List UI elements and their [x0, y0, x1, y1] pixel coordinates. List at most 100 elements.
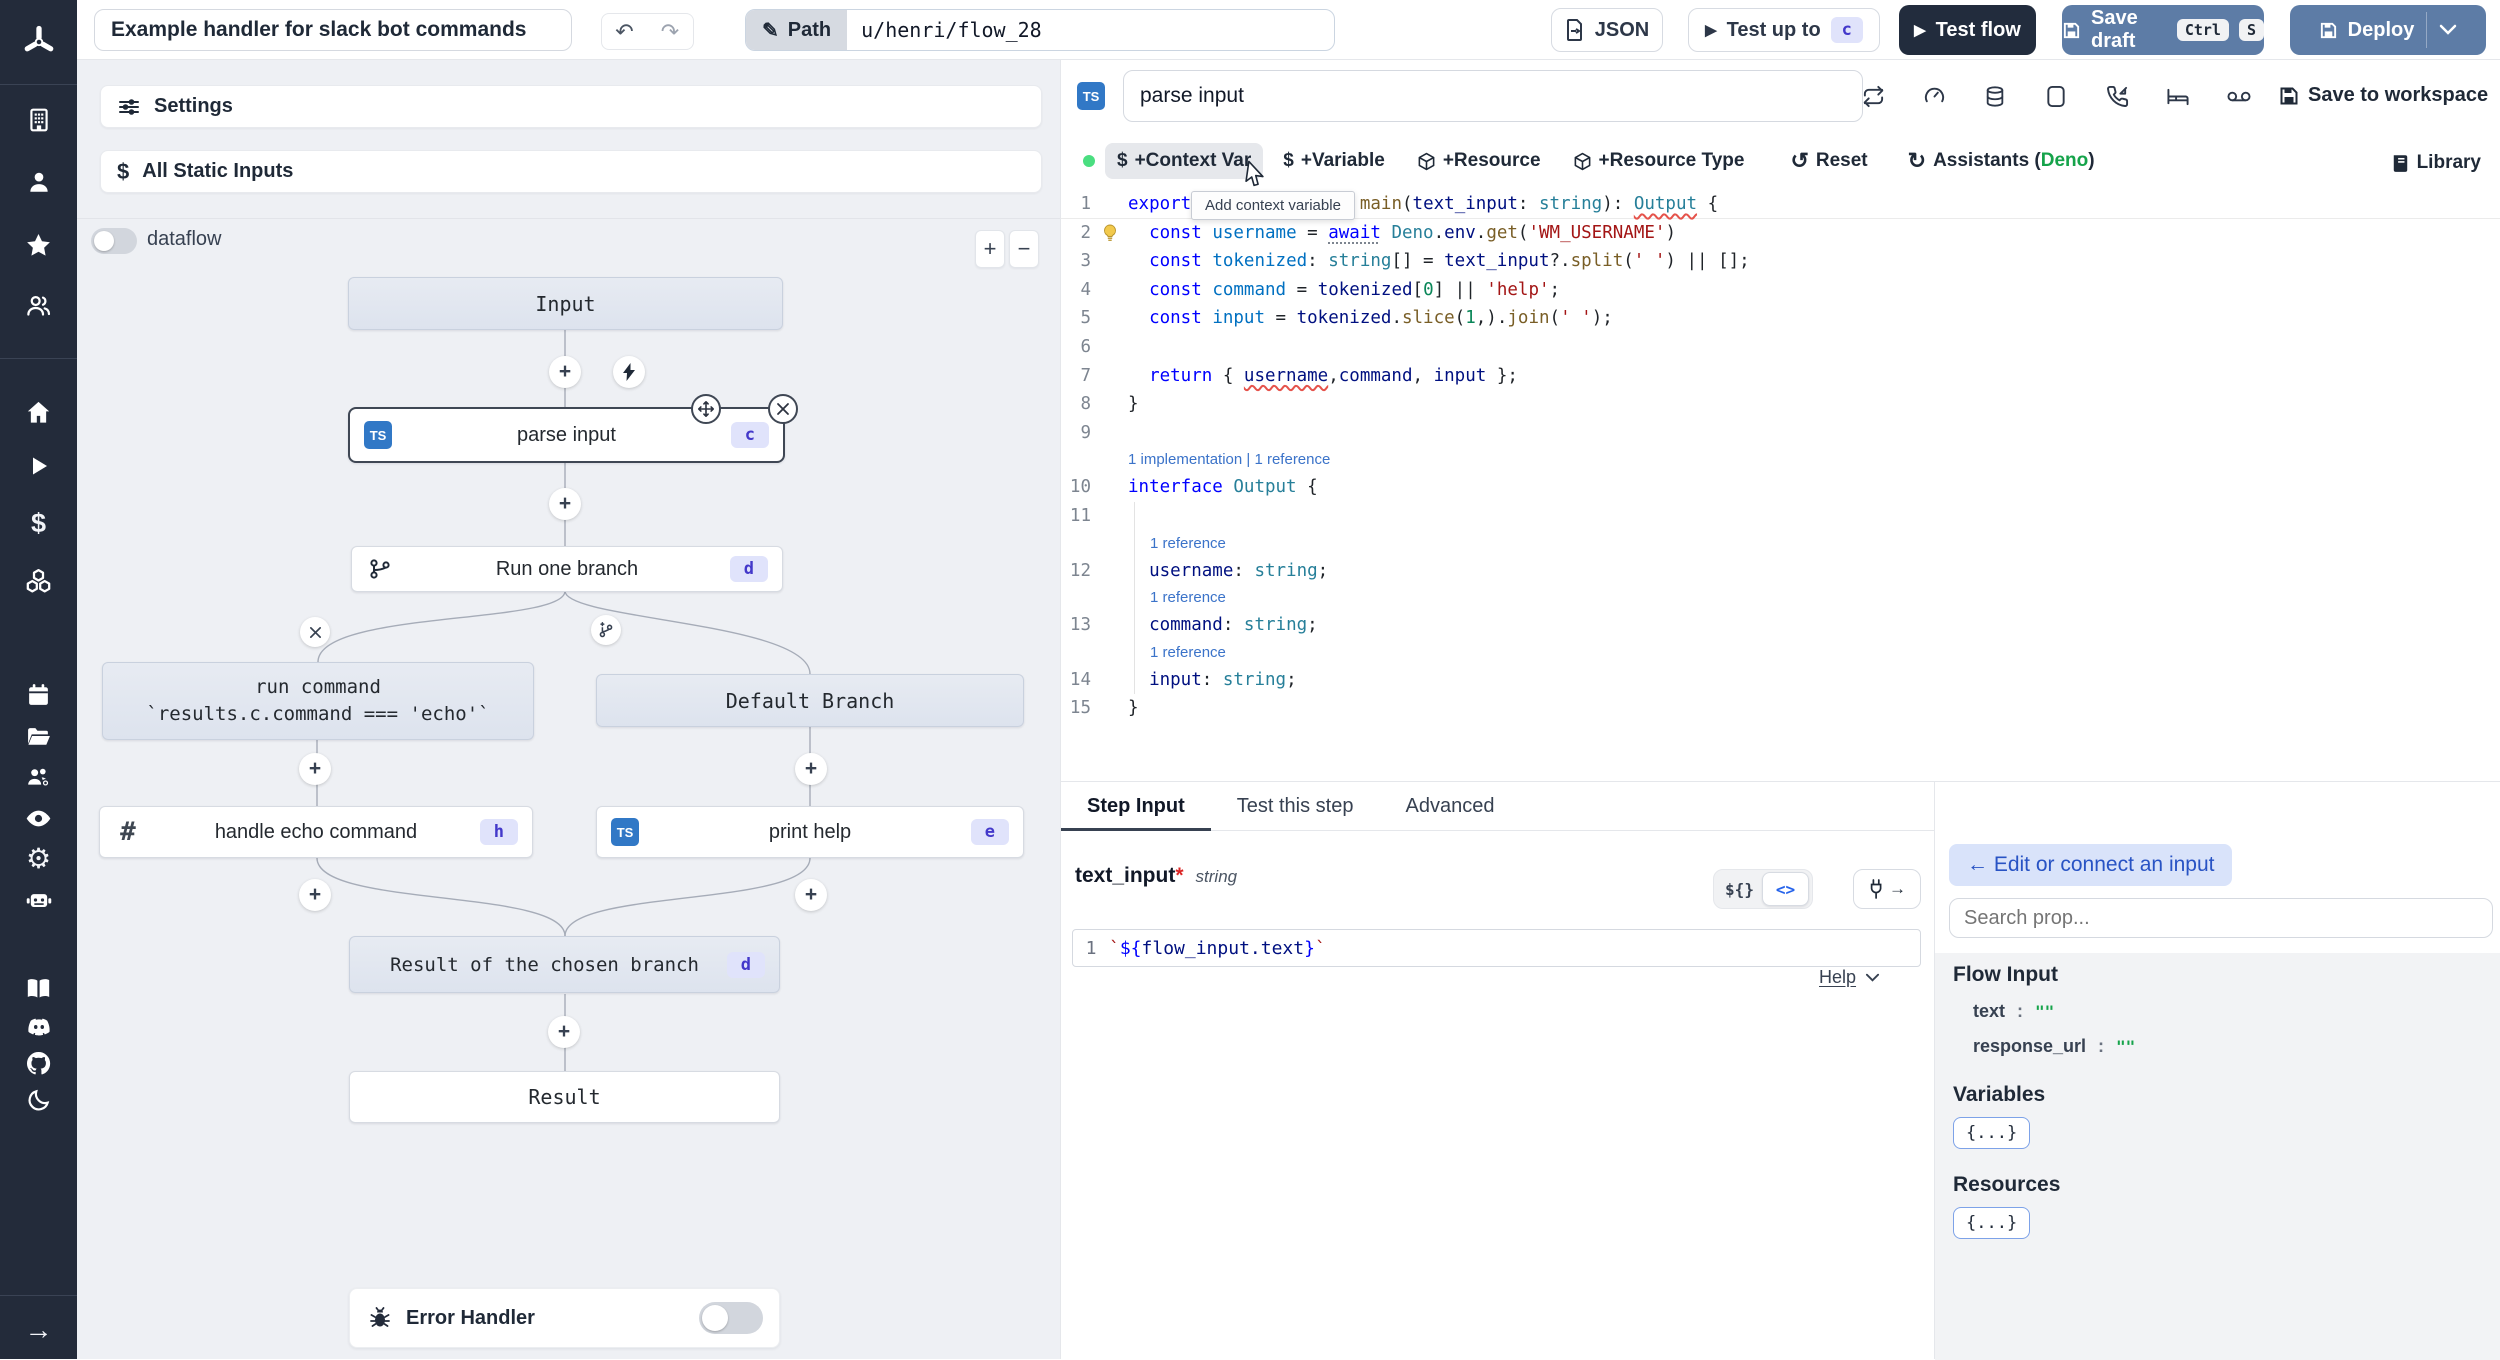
- expression-editor[interactable]: 1 `${flow_input.text}`: [1072, 929, 1921, 967]
- typescript-badge: TS: [1077, 82, 1105, 110]
- add-resource-type-button[interactable]: +Resource Type: [1561, 143, 1757, 179]
- sidebar-item-groups[interactable]: [0, 757, 77, 797]
- windmill-logo[interactable]: [0, 0, 77, 85]
- input-expression[interactable]: `${flow_input.text}`: [1109, 938, 1326, 959]
- building-icon: [26, 107, 52, 133]
- trigger-bolt-button[interactable]: [613, 356, 645, 388]
- resources-chip[interactable]: {...}: [1953, 1207, 2031, 1239]
- redo-button[interactable]: ↷: [647, 13, 694, 50]
- flow-canvas[interactable]: Settings $ All Static Inputs dataflow + …: [77, 60, 1060, 1359]
- path-value[interactable]: u/henri/flow_28: [847, 10, 1334, 50]
- delete-step-button[interactable]: [768, 394, 798, 424]
- code-lines[interactable]: 1export async function main(text_input: …: [1061, 190, 2500, 723]
- add-resource-button[interactable]: +Resource: [1405, 143, 1553, 179]
- sidebar-item-members[interactable]: [0, 285, 77, 325]
- sidebar-item-variables[interactable]: $: [0, 503, 77, 543]
- json-button[interactable]: JSON: [1551, 8, 1663, 52]
- dollar-icon: $: [1283, 150, 1294, 171]
- tab-step-input[interactable]: Step Input: [1061, 782, 1211, 831]
- add-step-button[interactable]: +: [795, 879, 827, 911]
- sidebar-item-resources[interactable]: [0, 560, 77, 600]
- add-step-button[interactable]: +: [299, 753, 331, 785]
- tab-advanced[interactable]: Advanced: [1379, 782, 1520, 831]
- add-step-button[interactable]: +: [549, 356, 581, 388]
- prop-search-input[interactable]: [1949, 898, 2493, 938]
- path-label: ✎ Path: [746, 10, 848, 50]
- move-step-button[interactable]: [691, 394, 721, 424]
- sidebar-item-folders[interactable]: [0, 717, 77, 757]
- save-icon: [2062, 21, 2081, 40]
- deploy-button[interactable]: Deploy: [2290, 5, 2486, 55]
- sidebar-item-workspace[interactable]: [0, 100, 77, 140]
- sidebar-item-github[interactable]: [0, 1043, 77, 1083]
- error-handler-bar[interactable]: Error Handler: [349, 1288, 780, 1348]
- retry-icon[interactable]: [1859, 82, 1887, 110]
- help-link[interactable]: Help: [1819, 967, 1880, 988]
- tab-test-this-step[interactable]: Test this step: [1211, 782, 1380, 831]
- folder-open-icon: [26, 725, 51, 750]
- sidebar-item-dark-mode[interactable]: [0, 1080, 77, 1120]
- sidebar-expand-button[interactable]: →: [0, 1310, 77, 1350]
- sidebar-divider: [0, 1295, 77, 1296]
- add-step-button[interactable]: +: [795, 753, 827, 785]
- code-mode-button[interactable]: <>: [1762, 872, 1809, 906]
- typescript-badge: TS: [364, 421, 392, 449]
- plug-icon: [1868, 879, 1886, 899]
- remove-branch-button[interactable]: [300, 617, 330, 647]
- connect-input-button[interactable]: →: [1853, 869, 1921, 909]
- sidebar-item-schedules[interactable]: [0, 674, 77, 714]
- flow-node-result[interactable]: Result: [349, 1071, 780, 1123]
- input-mode-toggle: ${} <>: [1713, 869, 1813, 909]
- phone-incoming-icon[interactable]: [2103, 82, 2131, 110]
- book-icon: [25, 975, 52, 1002]
- sidebar-item-settings[interactable]: ⚙: [0, 838, 77, 878]
- save-draft-button[interactable]: Save draft Ctrl S: [2062, 5, 2264, 55]
- chevron-down-icon[interactable]: [2439, 24, 2457, 36]
- flow-node-run-one-branch[interactable]: Run one branch d: [351, 546, 783, 592]
- variables-chip[interactable]: {...}: [1953, 1117, 2031, 1149]
- voicemail-icon[interactable]: [2225, 82, 2253, 110]
- sidebar-item-user[interactable]: [0, 162, 77, 202]
- sidebar-item-home[interactable]: [0, 392, 77, 432]
- sidebar-item-docs[interactable]: [0, 968, 77, 1008]
- save-to-workspace-button[interactable]: Save to workspace: [2279, 84, 2488, 107]
- arrows-move-icon: [697, 400, 715, 418]
- flow-node-handle-echo-command[interactable]: # handle echo command h: [99, 806, 533, 858]
- add-step-button[interactable]: +: [549, 488, 581, 520]
- sidebar-item-audit-logs[interactable]: [0, 798, 77, 838]
- prop-row-text[interactable]: text : "": [1973, 1001, 2483, 1022]
- sidebar-item-workers[interactable]: [0, 880, 77, 920]
- flow-node-chosen-branch-result[interactable]: Result of the chosen branch d: [349, 936, 780, 993]
- add-step-button[interactable]: +: [299, 879, 331, 911]
- undo-button[interactable]: ↶: [601, 13, 648, 50]
- path-field[interactable]: ✎ Path u/henri/flow_28: [745, 9, 1335, 51]
- flow-node-default-branch[interactable]: Default Branch: [596, 674, 1024, 727]
- step-name-input[interactable]: [1123, 70, 1863, 122]
- flow-node-input[interactable]: Input: [348, 277, 783, 330]
- users-icon: [25, 292, 52, 319]
- moon-icon: [26, 1087, 52, 1113]
- sidebar-item-discord[interactable]: [0, 1007, 77, 1047]
- library-button[interactable]: Library: [2379, 145, 2493, 181]
- error-handler-toggle[interactable]: [699, 1302, 763, 1334]
- add-step-button[interactable]: +: [548, 1016, 580, 1048]
- test-flow-button[interactable]: ▶ Test flow: [1899, 5, 2036, 55]
- flow-node-run-command-branch[interactable]: run command `results.c.command === 'echo…: [102, 662, 534, 740]
- square-icon[interactable]: [2042, 82, 2070, 110]
- bed-icon[interactable]: [2164, 82, 2192, 110]
- static-mode-button[interactable]: ${}: [1717, 880, 1762, 899]
- add-variable-button[interactable]: $ +Variable: [1271, 143, 1397, 179]
- database-icon[interactable]: [1981, 82, 2009, 110]
- sidebar-item-favorites[interactable]: [0, 225, 77, 265]
- assistants-button[interactable]: ↻ Assistants (Deno): [1896, 141, 2107, 181]
- test-up-to-button[interactable]: ▶ Test up to c: [1688, 8, 1880, 52]
- add-branch-button[interactable]: [591, 615, 621, 645]
- gauge-icon[interactable]: [1920, 82, 1948, 110]
- edit-or-connect-pill[interactable]: ← Edit or connect an input: [1949, 844, 2233, 886]
- prop-row-response-url[interactable]: response_url : "": [1973, 1036, 2483, 1057]
- reset-button[interactable]: ↺ Reset: [1778, 141, 1879, 181]
- flow-node-print-help[interactable]: TS print help e: [596, 806, 1024, 858]
- slack-hash-icon: #: [120, 817, 136, 847]
- sidebar-item-runs[interactable]: [0, 446, 77, 486]
- flow-title-input[interactable]: [94, 9, 572, 51]
